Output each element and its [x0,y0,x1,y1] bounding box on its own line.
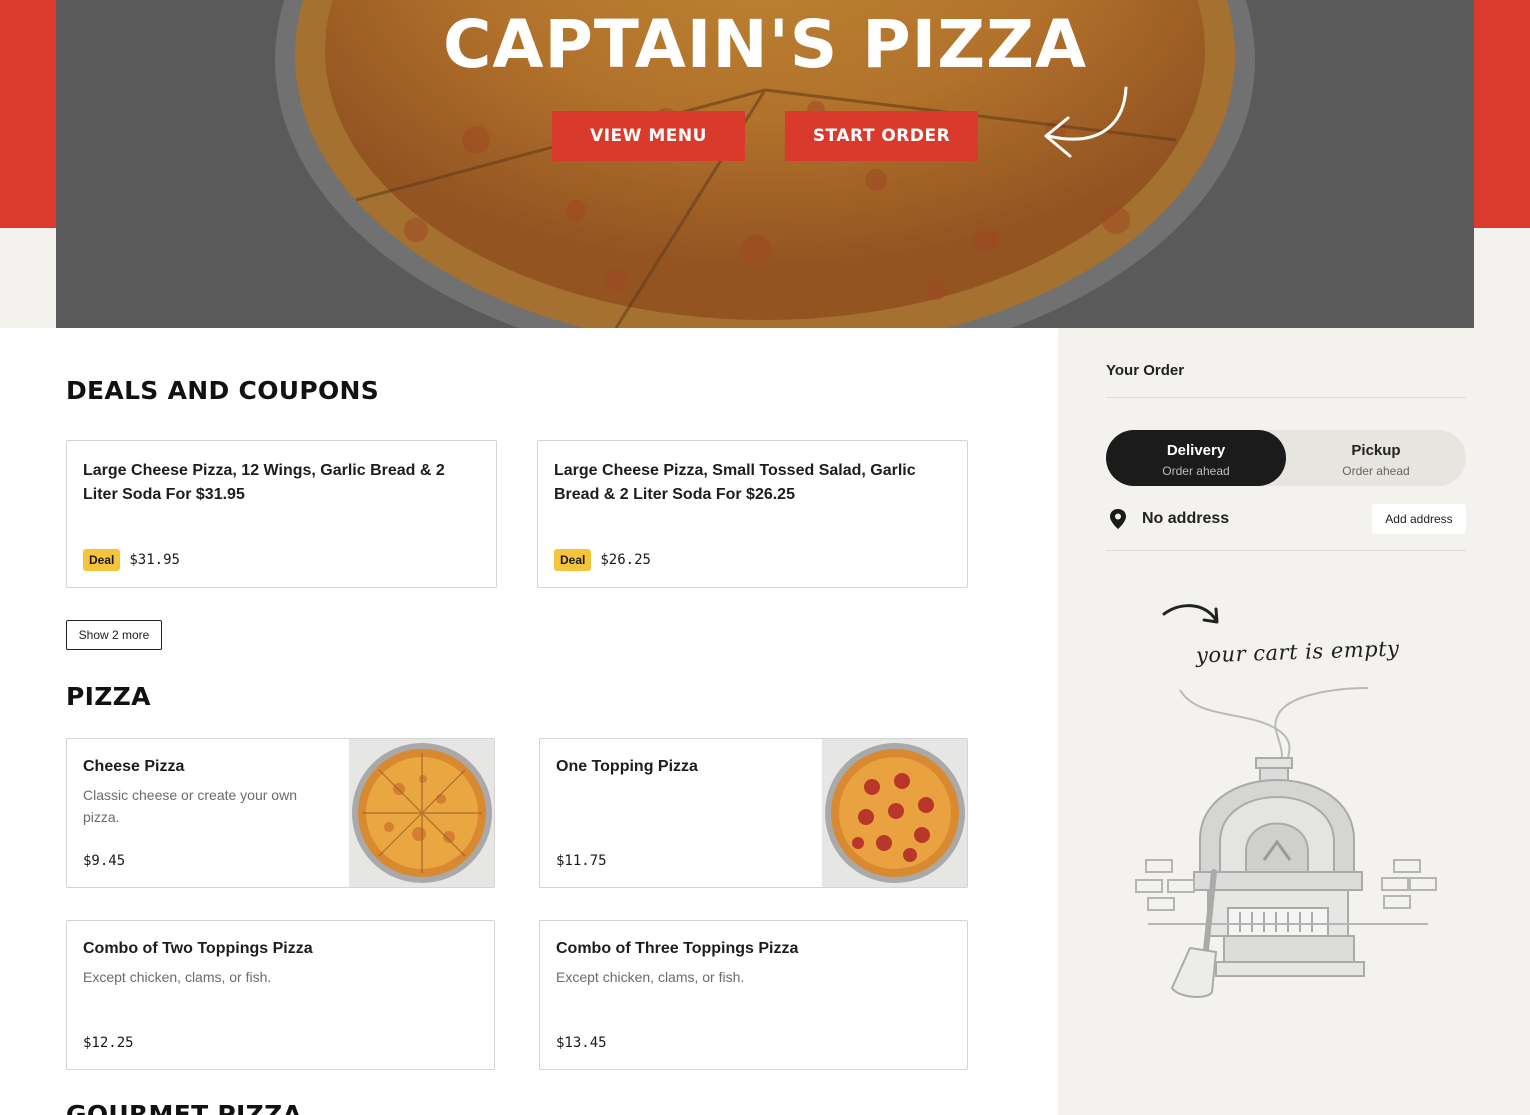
hero-banner: CAPTAIN'S PIZZA VIEW MENU START ORDER [56,0,1474,328]
divider [1106,397,1466,398]
item-description: Except chicken, clams, or fish. [556,969,745,985]
deal-name: Large Cheese Pizza, Small Tossed Salad, … [554,462,916,503]
item-price: $12.25 [83,1035,134,1051]
pickup-sublabel: Order ahead [1342,464,1410,478]
item-price: $13.45 [556,1035,607,1051]
menu-item-card[interactable]: Combo of Two Toppings Pizza Except chick… [66,920,495,1070]
item-name: One Topping Pizza [556,758,698,775]
address-text: No address [1142,510,1230,527]
hero-red-band-left [0,0,56,228]
item-name: Combo of Three Toppings Pizza [556,940,799,957]
menu-content: DEALS AND COUPONS Large Cheese Pizza, 12… [0,328,1058,1115]
hero-red-band-right [1474,0,1530,228]
add-address-button[interactable]: Add address [1372,504,1466,534]
order-title: Your Order [1106,362,1185,379]
item-name: Cheese Pizza [83,758,185,775]
cheese-pizza-photo [349,739,494,887]
restaurant-title: CAPTAIN'S PIZZA [442,6,1088,83]
pizza-section-title: PIZZA [66,682,151,711]
address-row: No address Add address [1106,504,1466,534]
gourmet-section-title: GOURMET PIZZA [66,1100,303,1115]
deal-badge: Deal [554,549,592,571]
menu-item-card[interactable]: Combo of Three Toppings Pizza Except chi… [539,920,968,1070]
deal-price: $31.95 [129,552,180,568]
deal-card[interactable]: Large Cheese Pizza, Small Tossed Salad, … [537,440,968,588]
delivery-label: Delivery [1166,442,1226,459]
location-pin-icon [1110,509,1126,529]
delivery-option[interactable]: Delivery Order ahead [1106,430,1286,486]
view-menu-button[interactable]: VIEW MENU [552,111,745,161]
delivery-sublabel: Order ahead [1162,464,1230,478]
item-price: $11.75 [556,853,607,869]
item-description: Except chicken, clams, or fish. [83,969,272,985]
divider [1106,550,1466,551]
item-name: Combo of Two Toppings Pizza [83,940,313,957]
show-more-deals-button[interactable]: Show 2 more [66,620,162,650]
deal-card[interactable]: Large Cheese Pizza, 12 Wings, Garlic Bre… [66,440,497,588]
pepperoni-pizza-photo [822,739,967,887]
order-sidebar: Your Order Delivery Order ahead Pickup O… [1058,328,1530,1115]
item-price: $9.45 [83,853,126,869]
item-description: Classic cheese or create your own pizza. [83,787,297,825]
menu-item-card[interactable]: One Topping Pizza $11.75 [539,738,968,888]
curved-arrow-icon [1044,86,1128,158]
deal-price: $26.25 [600,552,651,568]
deal-name: Large Cheese Pizza, 12 Wings, Garlic Bre… [83,462,445,503]
menu-item-card[interactable]: Cheese Pizza Classic cheese or create yo… [66,738,495,888]
pickup-label: Pickup [1351,442,1401,459]
start-order-button[interactable]: START ORDER [785,111,978,161]
deals-section-title: DEALS AND COUPONS [66,376,380,405]
pickup-option[interactable]: Pickup Order ahead [1286,430,1466,486]
deal-badge: Deal [83,549,121,571]
fulfillment-toggle: Delivery Order ahead Pickup Order ahead [1106,430,1466,486]
